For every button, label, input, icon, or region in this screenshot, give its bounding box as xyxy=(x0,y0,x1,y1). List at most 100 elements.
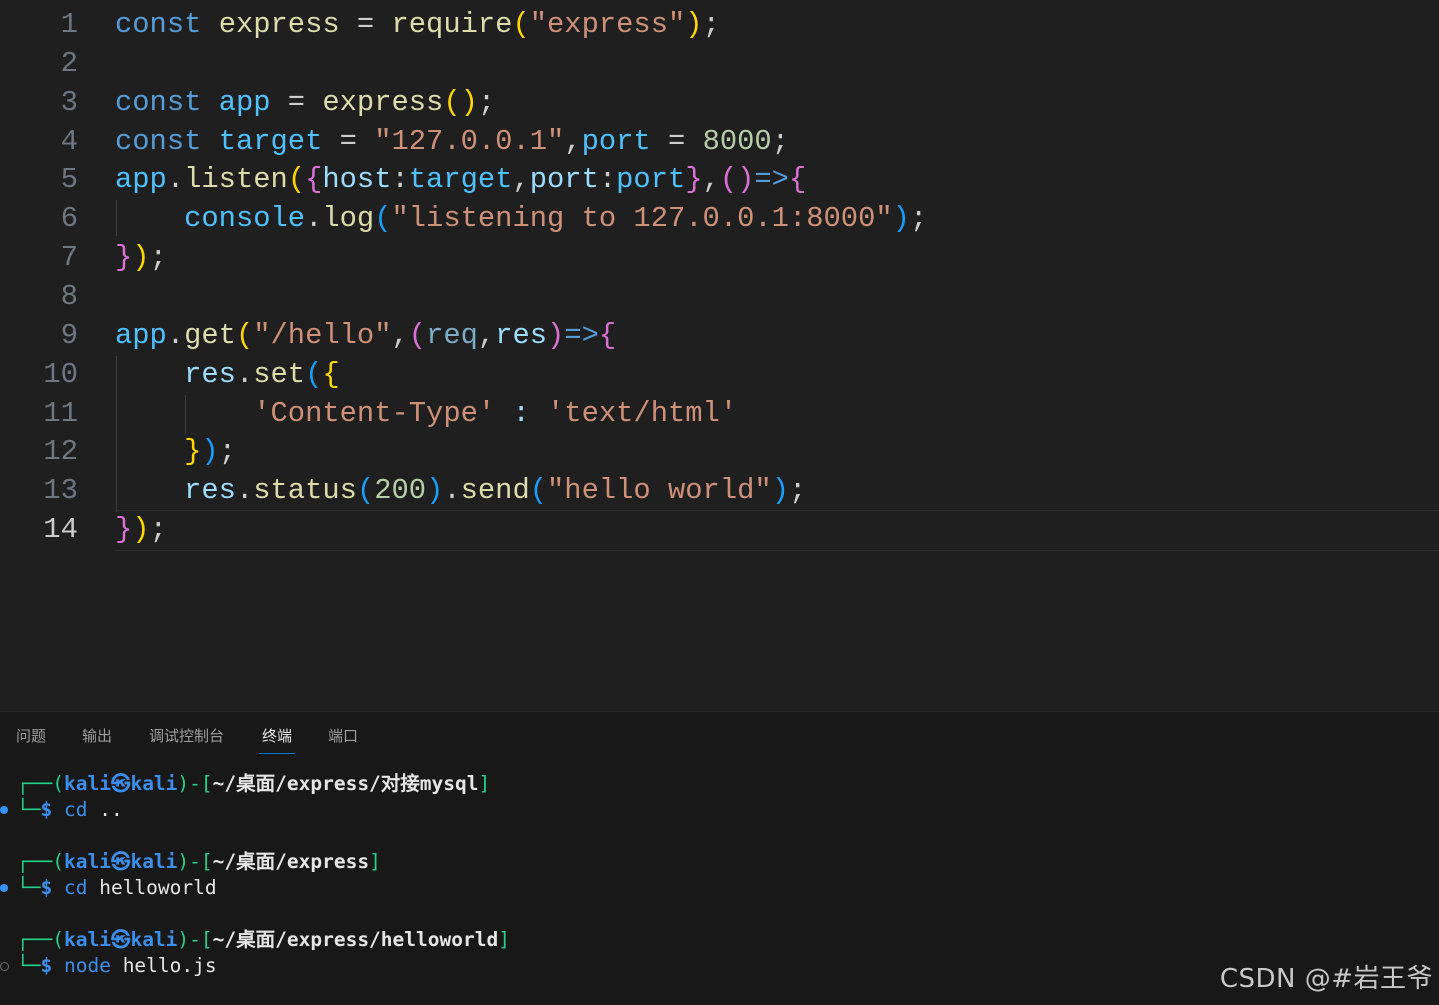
code-token: 200 xyxy=(374,474,427,508)
code-token: "127.0.0.1" xyxy=(374,124,565,158)
code-token: "express" xyxy=(529,8,686,41)
line-number: 7 xyxy=(60,241,78,275)
prompt-host: kali xyxy=(130,772,178,795)
code-token: () xyxy=(719,163,755,197)
code-line[interactable]: 12 }); xyxy=(0,432,1439,471)
terminal-command-line: └─$ cd helloworld xyxy=(17,875,217,901)
code-text: const target = "127.0.0.1",port = 8000; xyxy=(115,122,789,161)
code-token: res xyxy=(184,474,236,508)
code-token: status xyxy=(253,474,357,508)
line-number: 3 xyxy=(60,85,78,119)
code-token: { xyxy=(788,163,807,197)
code-line[interactable]: 13 res.status(200).send("hello world"); xyxy=(0,471,1439,510)
code-token: express xyxy=(322,85,444,119)
code-line[interactable]: 6 console.log("listening to 127.0.0.1:80… xyxy=(0,199,1439,238)
code-line[interactable]: 9 app.get("/hello",(req,res)=>{ xyxy=(0,316,1439,355)
prompt-frame: └─ xyxy=(17,954,41,977)
code-text: }); xyxy=(115,510,167,549)
code-text: const app = express(); xyxy=(115,83,495,122)
prompt-at-symbol: ㉿ xyxy=(110,850,131,873)
code-line[interactable]: 10 res.set({ xyxy=(0,355,1439,394)
code-token: target xyxy=(408,163,513,197)
code-token: , xyxy=(512,163,530,197)
tab-output[interactable]: 输出 xyxy=(82,712,112,758)
code-token: . xyxy=(166,318,185,352)
code-token: get xyxy=(184,318,236,352)
line-number: 8 xyxy=(60,279,78,313)
code-line[interactable]: 1 const express = require("express"); xyxy=(0,5,1439,44)
code-token: = xyxy=(339,8,392,41)
code-token: => xyxy=(754,163,789,197)
code-token: , xyxy=(702,163,720,197)
prompt-frame: ] xyxy=(369,850,381,873)
code-token: ; xyxy=(218,435,236,469)
tab-problems[interactable]: 问题 xyxy=(16,712,46,758)
code-line[interactable]: 8 xyxy=(0,277,1439,316)
code-line[interactable]: 2 xyxy=(0,44,1439,83)
code-token: ; xyxy=(702,8,720,41)
code-token: , xyxy=(564,124,582,158)
code-token: require xyxy=(391,8,513,41)
code-token: const xyxy=(115,85,202,119)
terminal-args: hello.js xyxy=(110,954,217,977)
code-line[interactable]: 11 'Content-Type' : 'text/html' xyxy=(0,394,1439,433)
code-token: ( xyxy=(408,318,427,352)
prompt-user: kali xyxy=(63,772,111,795)
code-token: . xyxy=(443,474,461,508)
line-number: 13 xyxy=(43,474,78,508)
code-token: ; xyxy=(149,241,167,275)
code-token: . xyxy=(305,202,323,236)
code-token: ) xyxy=(547,318,565,352)
prompt-at-symbol: ㉿ xyxy=(110,772,131,795)
code-line[interactable]: 14}); xyxy=(0,510,1439,552)
code-token: ( xyxy=(356,474,375,508)
prompt-symbol: $ xyxy=(40,798,53,821)
terminal-command: cd xyxy=(63,876,88,899)
code-token: host xyxy=(322,163,392,197)
code-token: ) xyxy=(892,202,910,236)
code-editor[interactable]: 1 const express = require("express"); 2 3 co… xyxy=(0,0,1439,711)
code-line[interactable]: 7}); xyxy=(0,238,1439,277)
code-text: }); xyxy=(115,432,236,471)
prompt-symbol: $ xyxy=(40,876,53,899)
code-token: ; xyxy=(149,513,167,547)
prompt-frame: )-[ xyxy=(177,928,213,951)
tab-ports[interactable]: 端口 xyxy=(328,712,358,758)
code-text: app.listen({host:target,port:port},()=>{ xyxy=(115,160,806,199)
code-token: ) xyxy=(771,474,789,508)
command-success-icon[interactable] xyxy=(0,884,8,892)
code-token: = xyxy=(650,124,703,158)
tab-terminal[interactable]: 终端 xyxy=(258,712,296,758)
code-token: ; xyxy=(788,474,807,508)
code-token: ( xyxy=(529,474,548,508)
prompt-frame: └─ xyxy=(17,798,41,821)
code-line[interactable]: 3 const app = express(); xyxy=(0,83,1439,122)
code-token: 'text/html' xyxy=(547,396,738,430)
prompt-frame: )-[ xyxy=(177,772,213,795)
code-token: { xyxy=(305,163,323,197)
code-token: ( xyxy=(235,318,254,352)
code-token: () xyxy=(443,85,478,119)
code-token: target xyxy=(218,124,323,158)
code-token: "/hello" xyxy=(253,318,392,352)
code-token: : xyxy=(391,163,409,197)
prompt-frame: └─ xyxy=(17,876,41,899)
code-token: "hello world" xyxy=(547,474,772,508)
code-token: { xyxy=(322,357,340,391)
code-line[interactable]: 5 app.listen({host:target,port:port},()=>… xyxy=(0,160,1439,199)
watermark: CSDN @#岩王爷 xyxy=(1219,964,1433,994)
code-line[interactable]: 4 const target = "127.0.0.1",port = 8000; xyxy=(0,122,1439,161)
code-token: ( xyxy=(305,357,323,391)
code-token: . xyxy=(235,474,254,508)
command-running-icon[interactable] xyxy=(0,962,9,971)
tab-debug-console[interactable]: 调试控制台 xyxy=(149,712,224,758)
line-number: 11 xyxy=(43,396,78,430)
code-token: ; xyxy=(909,202,928,236)
command-success-icon[interactable] xyxy=(0,806,8,814)
